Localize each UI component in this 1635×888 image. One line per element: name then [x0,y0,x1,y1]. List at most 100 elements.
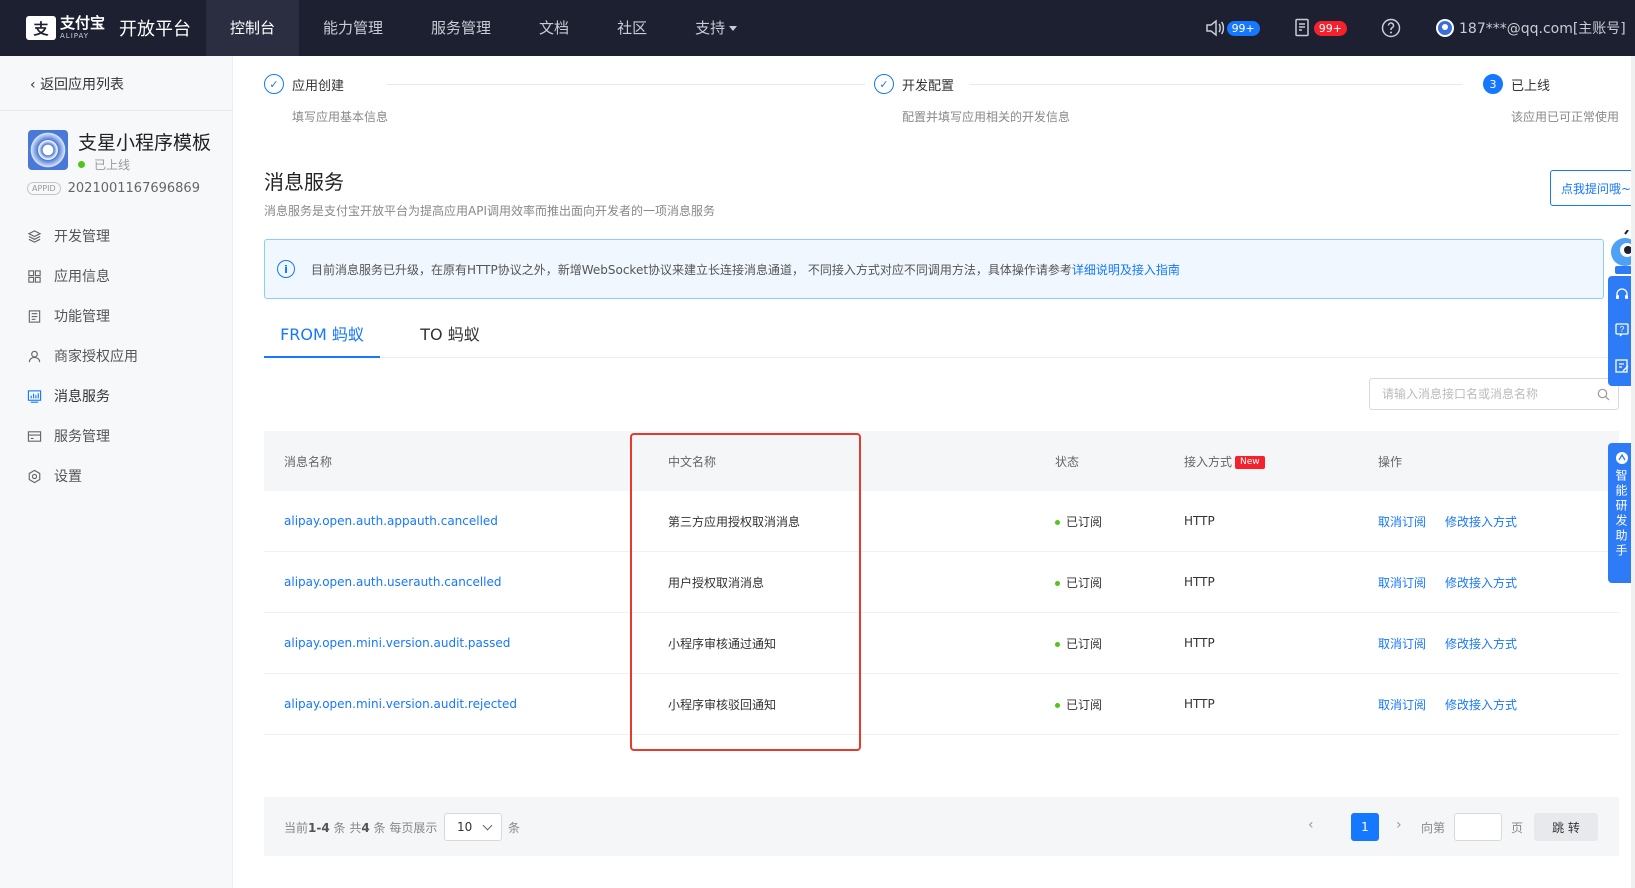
col-operation: 操作 [1378,454,1403,469]
step-desc: 配置并填写应用相关的开发信息 [902,110,1071,124]
pagination-bar: 当前1-4 条 共4 条 每页展示 10 条 ‹ 1 › 向第 页 跳 转 [264,797,1619,856]
top-navbar: 支 支付宝 ALIPAY 开放平台 控制台 能力管理 服务管理 文档 社区 支持… [0,0,1635,56]
total-range: 1-4 [308,821,330,835]
next-page-button[interactable]: › [1396,817,1402,833]
gear-icon [27,469,42,484]
sidebar-item-label: 设置 [54,469,82,485]
message-name-link[interactable]: alipay.open.auth.appauth.cancelled [284,514,498,528]
total-suffix: 条 每页展示 [373,821,438,835]
avatar-icon [1436,19,1454,37]
notice-badge: 99+ [1226,20,1260,36]
tab-from-ant[interactable]: FROM 蚂蚁 [264,318,380,358]
modify-access-link[interactable]: 修改接入方式 [1445,574,1517,591]
search-icon[interactable] [1588,388,1618,401]
sidebar-item-settings[interactable]: 设置 [0,456,233,496]
sidebar-item-label: 服务管理 [54,429,110,445]
back-to-app-list-link[interactable]: ‹ 返回应用列表 [30,74,124,94]
unsubscribe-link[interactable]: 取消订阅 [1378,513,1426,530]
nav-capability[interactable]: 能力管理 [299,0,407,56]
access-method: HTTP [1184,514,1215,528]
doc-icon [27,309,42,324]
modify-access-link[interactable]: 修改接入方式 [1445,696,1517,713]
sidebar-item-label: 功能管理 [54,309,110,325]
search-box [1369,378,1619,410]
table-header: 消息名称 中文名称 状态 接入方式 New 操作 [264,431,1619,491]
notice-button[interactable]: 99+ [1205,19,1260,37]
upgrade-alert: i 目前消息服务已升级，在原有HTTP协议之外，新增WebSocket协议来建立… [264,239,1604,299]
status-dot [1055,519,1060,525]
nav-support[interactable]: 支持 [671,0,761,56]
chinese-name: 用户授权取消消息 [668,575,765,590]
check-icon: ✓ [264,74,284,94]
chevron-left-icon: ‹ [30,77,41,93]
prev-page-button[interactable]: ‹ [1308,817,1314,833]
table-row: alipay.open.mini.version.audit.rejected … [264,674,1619,735]
search-input[interactable] [1370,379,1588,409]
col-access-method-label: 接入方式 [1184,454,1233,469]
page-description: 消息服务是支付宝开放平台为提高应用API调用效率而推出面向开发者的一项消息服务 [264,204,715,218]
message-name-link[interactable]: alipay.open.mini.version.audit.passed [284,636,510,650]
sidebar-item-service-management[interactable]: 服务管理 [0,416,233,456]
tab-to-ant[interactable]: TO 蚂蚁 [410,318,490,358]
unsubscribe-link[interactable]: 取消订阅 [1378,635,1426,652]
col-access-method: 接入方式 New [1184,453,1265,470]
page-1-button[interactable]: 1 [1351,813,1379,841]
alipay-logo[interactable]: 支 支付宝 ALIPAY 开放平台 [26,14,191,42]
message-name-link[interactable]: alipay.open.mini.version.audit.rejected [284,697,517,711]
page-scrollbar[interactable] [1631,56,1635,888]
appid-row: APPID 2021001167696869 [27,181,200,196]
access-method: HTTP [1184,575,1215,589]
step-connector [387,84,865,85]
col-status: 状态 [1055,454,1080,469]
page-size-select[interactable]: 10 [444,813,502,841]
page-title: 消息服务 [264,170,344,194]
nav-support-label: 支持 [695,19,726,37]
page-size-value: 10 [457,820,473,834]
sidebar-item-label: 商家授权应用 [54,349,138,365]
assistant-icon [1615,452,1628,464]
info-icon: i [277,260,295,278]
guide-link[interactable]: 详细说明及接入指南 [1072,261,1180,278]
goto-page-input[interactable] [1454,813,1502,841]
status-label: 已订阅 [1066,636,1103,651]
sidebar-item-function-management[interactable]: 功能管理 [0,296,233,336]
jump-button[interactable]: 跳 转 [1534,813,1598,841]
chinese-name: 第三方应用授权取消消息 [668,514,801,529]
grid-icon [27,269,42,284]
sidebar-item-app-info[interactable]: 应用信息 [0,256,233,296]
chevron-down-icon [482,820,493,831]
app-name: 支星小程序模板 [78,132,212,154]
step-desc: 该应用已可正常使用 [1511,110,1620,124]
status: 已订阅 [1055,513,1102,530]
message-name-link[interactable]: alipay.open.auth.userauth.cancelled [284,575,502,589]
speaker-icon [1205,19,1224,37]
nav-service[interactable]: 服务管理 [407,0,515,56]
message-table: 消息名称 中文名称 状态 接入方式 New 操作 alipay.open.auth… [264,431,1619,735]
direction-tabs: FROM 蚂蚁 TO 蚂蚁 [264,318,1619,358]
alert-text: 目前消息服务已升级，在原有HTTP协议之外，新增WebSocket协议来建立长连… [311,262,1072,277]
goto-label: 向第 [1421,821,1446,835]
assistant-label: 智能研发助手 [1614,469,1628,559]
logo-brand-cn: 支付宝 [60,14,106,32]
status-dot [1055,641,1060,647]
sidebar-item-merchant-auth[interactable]: 商家授权应用 [0,336,233,376]
nav-community[interactable]: 社区 [593,0,671,56]
help-button[interactable] [1381,18,1401,38]
main-nav: 控制台 能力管理 服务管理 文档 社区 支持 [206,0,761,56]
document-bell-icon [1295,18,1309,37]
message-button[interactable]: 99+ [1294,18,1347,38]
user-icon [27,349,42,364]
sidebar-item-dev-management[interactable]: 开发管理 [0,216,233,256]
sidebar-item-message-service[interactable]: 消息服务 [0,376,233,416]
nav-console[interactable]: 控制台 [206,0,300,56]
status-label: 已订阅 [1066,697,1103,712]
sidebar-menu: 开发管理 应用信息 功能管理 商家授权应用 消息服务 服务管理 设置 [0,216,233,496]
ask-question-bubble[interactable]: 点我提问哦~ [1550,170,1635,206]
nav-docs[interactable]: 文档 [515,0,593,56]
unsubscribe-link[interactable]: 取消订阅 [1378,574,1426,591]
status: 已订阅 [1055,635,1102,652]
modify-access-link[interactable]: 修改接入方式 [1445,513,1517,530]
modify-access-link[interactable]: 修改接入方式 [1445,635,1517,652]
unsubscribe-link[interactable]: 取消订阅 [1378,696,1426,713]
account-menu[interactable]: 187***@qq.com[主账号] [1435,18,1635,38]
